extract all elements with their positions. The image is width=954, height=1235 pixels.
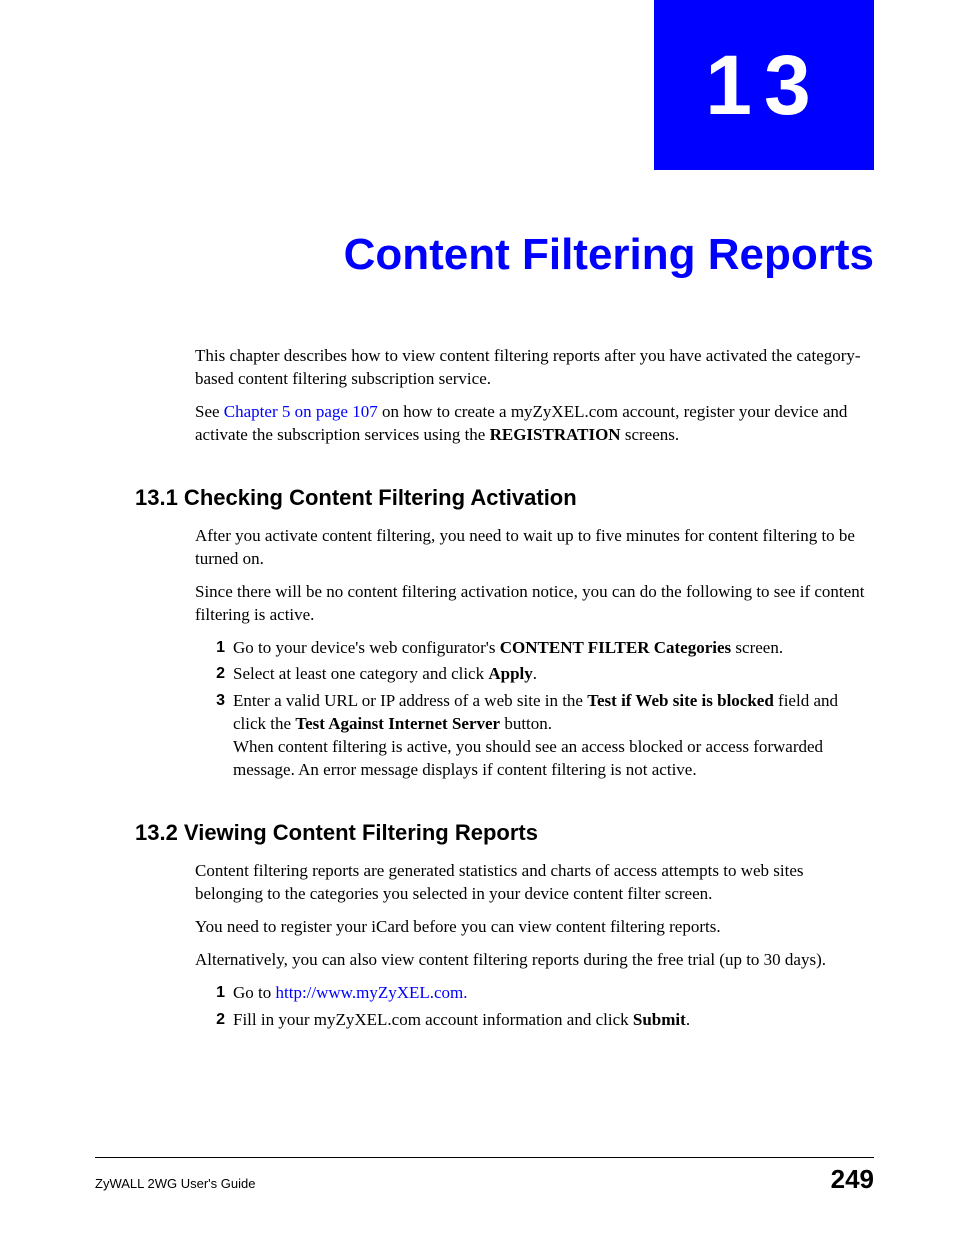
step-number: 2 <box>205 663 233 686</box>
step-bold: CONTENT FILTER Categories <box>500 638 731 657</box>
step-prefix: Enter a valid URL or IP address of a web… <box>233 691 587 710</box>
intro-p2-bold: REGISTRATION <box>490 425 621 444</box>
page-footer: ZyWALL 2WG User's Guide 249 <box>95 1157 874 1195</box>
external-link[interactable]: http://www.myZyXEL.com. <box>276 983 468 1002</box>
step-prefix: Fill in your myZyXEL.com account informa… <box>233 1010 633 1029</box>
step-text: Select at least one category and click A… <box>233 663 874 686</box>
section1-step-2: 2 Select at least one category and click… <box>205 663 874 686</box>
cross-reference-link[interactable]: Chapter 5 on page 107 <box>224 402 378 421</box>
step-text: Go to your device's web configurator's C… <box>233 637 874 660</box>
section2-step-1: 1 Go to http://www.myZyXEL.com. <box>205 982 874 1005</box>
step-suffix: . <box>533 664 537 683</box>
section1-para1: After you activate content filtering, yo… <box>195 525 874 571</box>
step-text: Fill in your myZyXEL.com account informa… <box>233 1009 874 1032</box>
step-text: Go to http://www.myZyXEL.com. <box>233 982 874 1005</box>
section2-para1: Content filtering reports are generated … <box>195 860 874 906</box>
step-bold2: Test Against Internet Server <box>295 714 500 733</box>
section2-step-2: 2 Fill in your myZyXEL.com account infor… <box>205 1009 874 1032</box>
section2-para3: Alternatively, you can also view content… <box>195 949 874 972</box>
step-bold: Apply <box>488 664 532 683</box>
step-number: 3 <box>205 690 233 782</box>
step-line2: When content filtering is active, you sh… <box>233 737 823 779</box>
chapter-number: 13 <box>705 37 822 134</box>
footer-guide-name: ZyWALL 2WG User's Guide <box>95 1176 255 1191</box>
chapter-title: Content Filtering Reports <box>344 230 874 280</box>
step-prefix: Go to your device's web configurator's <box>233 638 500 657</box>
step-number: 1 <box>205 637 233 660</box>
step-number: 2 <box>205 1009 233 1032</box>
section1-step-3: 3 Enter a valid URL or IP address of a w… <box>205 690 874 782</box>
footer-page-number: 249 <box>831 1164 874 1195</box>
page-content: This chapter describes how to view conte… <box>195 345 874 1036</box>
step-bold: Test if Web site is blocked <box>587 691 774 710</box>
step-suffix: screen. <box>731 638 783 657</box>
step-prefix: Go to <box>233 983 276 1002</box>
step-suffix: . <box>686 1010 690 1029</box>
section-13-1-heading: 13.1 Checking Content Filtering Activati… <box>135 485 874 511</box>
section1-step-1: 1 Go to your device's web configurator's… <box>205 637 874 660</box>
intro-p2-prefix: See <box>195 402 224 421</box>
intro-p2-suffix: screens. <box>621 425 680 444</box>
section-13-2-heading: 13.2 Viewing Content Filtering Reports <box>135 820 874 846</box>
intro-paragraph-1: This chapter describes how to view conte… <box>195 345 874 391</box>
step-prefix: Select at least one category and click <box>233 664 488 683</box>
intro-paragraph-2: See Chapter 5 on page 107 on how to crea… <box>195 401 874 447</box>
step-text: Enter a valid URL or IP address of a web… <box>233 690 874 782</box>
step-mid2: button. <box>500 714 552 733</box>
section1-para2: Since there will be no content filtering… <box>195 581 874 627</box>
step-bold: Submit <box>633 1010 686 1029</box>
step-number: 1 <box>205 982 233 1005</box>
section2-para2: You need to register your iCard before y… <box>195 916 874 939</box>
chapter-number-box: 13 <box>654 0 874 170</box>
